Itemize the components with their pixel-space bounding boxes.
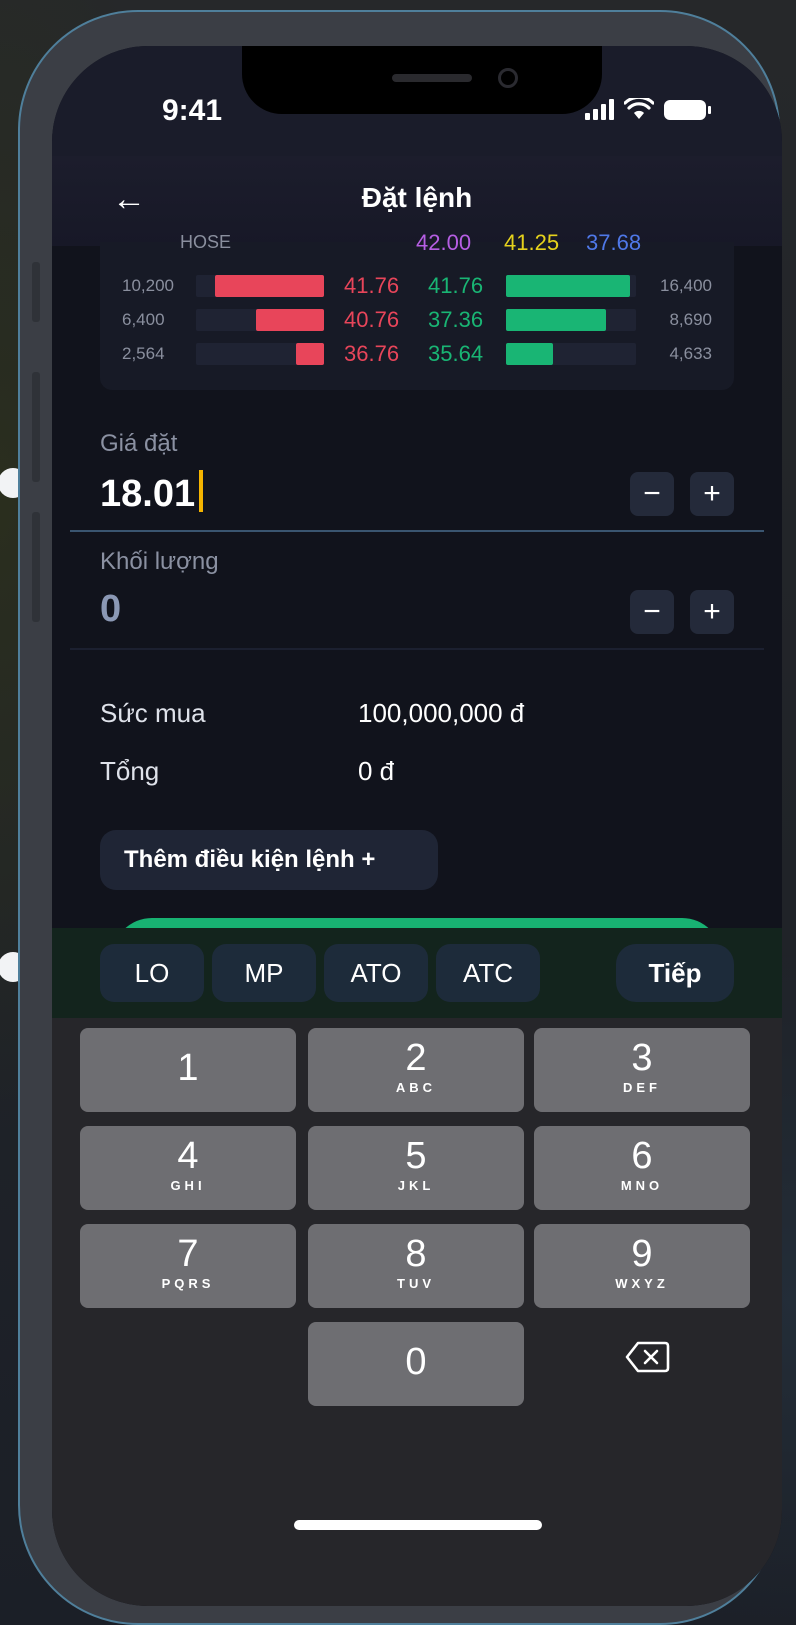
camera	[498, 68, 518, 88]
ask-bar-track	[506, 309, 636, 331]
key-1[interactable]: 1	[80, 1028, 296, 1112]
ask-volume-bar	[506, 309, 607, 331]
bid-price: 40.76	[344, 307, 400, 332]
price-increase-button[interactable]: +	[690, 472, 734, 516]
bid-volume-bar	[215, 275, 324, 297]
ask-volume: 4,633	[669, 344, 712, 363]
text-caret	[199, 470, 204, 512]
bid-volume: 2,564	[122, 344, 165, 363]
ask-volume-bar	[506, 343, 553, 365]
key-2[interactable]: 2 ABC	[308, 1028, 524, 1112]
ask-bar-track	[506, 343, 636, 365]
status-bar: 9:41	[52, 46, 782, 156]
backspace-icon[interactable]	[624, 1340, 670, 1374]
ceiling-price: 41.25	[504, 230, 560, 255]
numeric-keypad: 1 2 ABC 3 DEF 4 GHI 5 JKL 6 MNO 7 PQRS 8 TUV 9W…	[52, 1018, 782, 1606]
quantity-label: Khối lượng	[100, 548, 219, 575]
price-input[interactable]: 18.01	[100, 470, 204, 516]
order-book: HOSE 42.00 41.25 37.68 10,200 41.76 41.7…	[100, 230, 734, 390]
ask-price: 41.76	[428, 273, 484, 298]
speaker	[392, 74, 472, 82]
cellular-signal-icon	[585, 98, 614, 120]
ask-volume: 8,690	[669, 310, 712, 329]
volume-button	[32, 262, 40, 322]
bid-volume-bar	[295, 343, 324, 365]
exchange-label: HOSE	[180, 232, 232, 252]
key-8[interactable]: 8 TUV	[308, 1224, 524, 1308]
key-5[interactable]: 5 JKL	[308, 1126, 524, 1210]
floor-price: 37.68	[586, 230, 642, 255]
order-book-row: 10,200 41.76 41.76 16,400	[100, 272, 734, 300]
key-0[interactable]: 0	[308, 1322, 524, 1406]
bid-price: 36.76	[344, 341, 400, 366]
app-screen: 9:41 ← Đặt lệnh HOSE 42.00 41.25 37.68 1…	[52, 46, 782, 1606]
quantity-input[interactable]: 0	[100, 588, 121, 631]
home-indicator[interactable]	[294, 1520, 542, 1530]
clock: 9:41	[162, 94, 223, 127]
total-label: Tổng	[100, 756, 160, 786]
order-book-row: 6,400 40.76 37.36 8,690	[100, 306, 734, 334]
battery-icon	[664, 100, 711, 120]
page-title: Đặt lệnh	[361, 182, 473, 213]
key-6[interactable]: 6 MNO	[534, 1126, 750, 1210]
bid-bar-track	[196, 343, 324, 365]
bid-bar-track	[196, 275, 324, 297]
next-button[interactable]: Tiếp	[616, 944, 734, 1002]
order-type-ato[interactable]: ATO	[324, 944, 428, 1002]
add-order-condition-button[interactable]: Thêm điều kiện lệnh +	[100, 830, 438, 890]
status-icons	[585, 98, 711, 120]
key-3[interactable]: 3 DEF	[534, 1028, 750, 1112]
quantity-increase-button[interactable]: +	[690, 590, 734, 634]
price-value: 18.01	[100, 473, 196, 515]
buying-power-label: Sức mua	[100, 698, 206, 728]
volume-button	[32, 512, 40, 622]
bid-bar-track	[196, 309, 324, 331]
ask-price: 35.64	[428, 341, 484, 366]
volume-button	[32, 372, 40, 482]
ask-volume-bar	[506, 275, 630, 297]
ask-price: 37.36	[428, 307, 484, 332]
order-book-row: 2,564 36.76 35.64 4,633	[100, 340, 734, 368]
bid-volume: 10,200	[122, 276, 174, 295]
key-4[interactable]: 4 GHI	[80, 1126, 296, 1210]
wifi-icon	[624, 98, 654, 119]
buying-power-value: 100,000,000 đ	[358, 698, 525, 728]
price-decrease-button[interactable]: −	[630, 472, 674, 516]
key-7[interactable]: 7 PQRS	[80, 1224, 296, 1308]
ref-price: 42.00	[416, 230, 472, 255]
total-value: 0 đ	[358, 756, 395, 786]
order-type-bar: LO MP ATO ATC Tiếp	[52, 928, 782, 1018]
phone-frame: 9:41 ← Đặt lệnh HOSE 42.00 41.25 37.68 1…	[18, 10, 782, 1625]
order-type-atc[interactable]: ATC	[436, 944, 540, 1002]
ask-volume: 16,400	[660, 276, 712, 295]
ask-bar-track	[506, 275, 636, 297]
price-field-underline	[70, 530, 764, 532]
order-type-mp[interactable]: MP	[212, 944, 316, 1002]
quantity-field-underline	[70, 648, 764, 650]
price-label: Giá đặt	[100, 430, 178, 457]
quantity-decrease-button[interactable]: −	[630, 590, 674, 634]
key-9[interactable]: 9 WXYZ	[534, 1224, 750, 1308]
order-type-lo[interactable]: LO	[100, 944, 204, 1002]
bid-price: 41.76	[344, 273, 400, 298]
bid-volume-bar	[256, 309, 324, 331]
bid-volume: 6,400	[122, 310, 165, 329]
